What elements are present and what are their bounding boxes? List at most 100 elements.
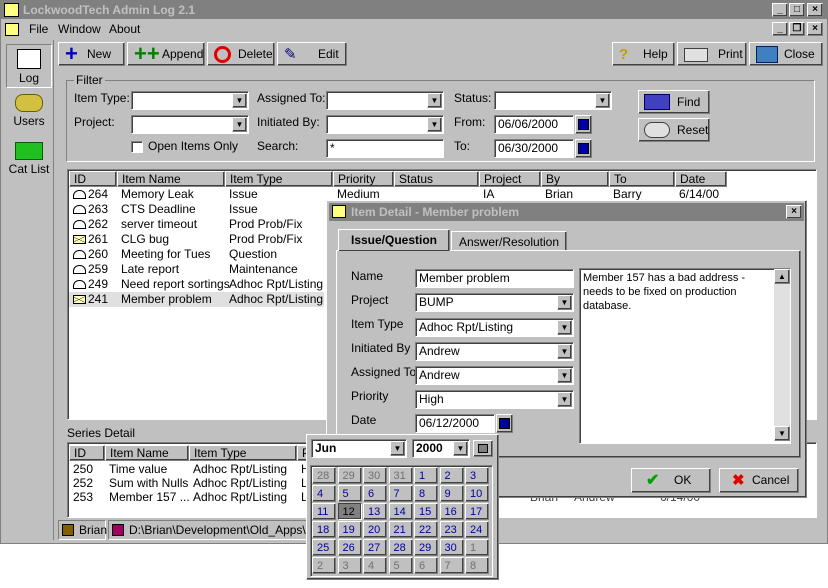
- column-header[interactable]: Date: [675, 171, 727, 187]
- chevron-down-icon[interactable]: ▼: [453, 441, 468, 456]
- table-row[interactable]: 253 Member 157 ... Adhoc Rpt/Listing L: [69, 490, 319, 504]
- append-button[interactable]: ++ Append: [127, 42, 205, 66]
- calendar-day[interactable]: 20: [363, 521, 387, 538]
- calendar-day[interactable]: 5: [388, 557, 413, 574]
- open-items-checkbox[interactable]: [131, 141, 143, 153]
- calendar-day[interactable]: 22: [414, 521, 438, 538]
- chevron-down-icon[interactable]: ▼: [390, 441, 405, 456]
- mdi-restore-button[interactable]: ❐: [789, 22, 805, 36]
- calendar-day[interactable]: 18: [312, 521, 336, 538]
- edit-button[interactable]: ✎ Edit: [277, 42, 347, 66]
- table-row[interactable]: 260 Meeting for Tues Question: [69, 247, 324, 262]
- table-row[interactable]: 261 CLG bug Prod Prob/Fix: [69, 232, 324, 247]
- sidebar-log-button[interactable]: Log: [6, 44, 52, 88]
- calendar-day[interactable]: 13: [363, 503, 387, 520]
- calendar-day[interactable]: 4: [312, 485, 336, 502]
- chevron-down-icon[interactable]: ▼: [232, 93, 247, 108]
- calendar-day[interactable]: 2: [439, 467, 464, 484]
- column-header[interactable]: Project: [479, 171, 541, 187]
- column-header[interactable]: Priority: [333, 171, 394, 187]
- calendar-day[interactable]: 7: [388, 485, 413, 502]
- table-row[interactable]: 262 server timeout Prod Prob/Fix: [69, 217, 324, 232]
- calendar-day[interactable]: 19: [337, 521, 362, 538]
- close-button[interactable]: Close: [749, 42, 823, 66]
- scroll-up-icon[interactable]: ▲: [774, 269, 790, 284]
- dialog-priority-combo[interactable]: High ▼: [415, 390, 574, 409]
- from-calendar-button[interactable]: [575, 115, 592, 134]
- reset-button[interactable]: Reset: [638, 118, 710, 142]
- calendar-day[interactable]: 8: [414, 485, 438, 502]
- calendar-day[interactable]: 1: [414, 467, 438, 484]
- calendar-day[interactable]: 4: [363, 557, 387, 574]
- calendar-day[interactable]: 14: [388, 503, 413, 520]
- tab-issue-question[interactable]: Issue/Question: [338, 229, 450, 251]
- table-row[interactable]: 241 Member problem Adhoc Rpt/Listing: [69, 292, 324, 307]
- year-combo[interactable]: 2000 ▼: [412, 439, 470, 458]
- maximize-button[interactable]: □: [789, 3, 805, 17]
- open-items-label[interactable]: Open Items Only: [148, 139, 238, 153]
- dialog-project-combo[interactable]: BUMP ▼: [415, 293, 574, 312]
- calendar-day[interactable]: 27: [363, 539, 387, 556]
- chevron-down-icon[interactable]: ▼: [557, 392, 572, 407]
- calendar-day[interactable]: 15: [414, 503, 438, 520]
- chevron-down-icon[interactable]: ▼: [557, 320, 572, 335]
- dialog-date-input[interactable]: 06/12/2000: [415, 414, 495, 433]
- cancel-button[interactable]: ✖ Cancel: [719, 468, 799, 493]
- column-header[interactable]: Item Name: [117, 171, 225, 187]
- dialog-initiated-combo[interactable]: Andrew ▼: [415, 342, 574, 361]
- menu-file[interactable]: File: [29, 20, 48, 39]
- from-date-input[interactable]: 06/06/2000: [494, 115, 574, 134]
- description-textarea[interactable]: Member 157 has a bad address - needs to …: [579, 268, 791, 444]
- menu-about[interactable]: About: [109, 20, 140, 39]
- calendar-day[interactable]: 17: [465, 503, 489, 520]
- calendar-day[interactable]: 23: [439, 521, 464, 538]
- project-combo[interactable]: ▼: [131, 115, 249, 134]
- calendar-day[interactable]: 3: [465, 467, 489, 484]
- calendar-day[interactable]: 2: [312, 557, 336, 574]
- calendar-day[interactable]: 30: [439, 539, 464, 556]
- minimize-button[interactable]: _: [772, 3, 788, 17]
- name-input[interactable]: Member problem: [415, 269, 574, 288]
- mdi-minimize-button[interactable]: _: [772, 22, 788, 36]
- dialog-close-button[interactable]: ×: [786, 205, 802, 219]
- table-row[interactable]: 250Time valueAdhoc Rpt/ListingH: [69, 462, 319, 476]
- chevron-down-icon[interactable]: ▼: [232, 117, 247, 132]
- mdi-close-button[interactable]: ×: [807, 22, 823, 36]
- tab-answer-resolution[interactable]: Answer/Resolution: [451, 231, 567, 251]
- calendar-day[interactable]: 31: [388, 467, 413, 484]
- column-header[interactable]: By: [541, 171, 609, 187]
- scroll-down-icon[interactable]: ▼: [774, 426, 790, 441]
- calendar-day[interactable]: 5: [337, 485, 362, 502]
- chevron-down-icon[interactable]: ▼: [595, 93, 610, 108]
- calendar-day[interactable]: 3: [337, 557, 362, 574]
- calendar-day[interactable]: 26: [337, 539, 362, 556]
- chevron-down-icon[interactable]: ▼: [557, 368, 572, 383]
- calendar-day[interactable]: 8: [465, 557, 489, 574]
- table-row[interactable]: 259 Late report Maintenance: [69, 262, 324, 277]
- calendar-day[interactable]: 11: [312, 503, 336, 520]
- calendar-day[interactable]: 16: [439, 503, 464, 520]
- to-date-input[interactable]: 06/30/2000: [494, 139, 574, 158]
- print-button[interactable]: Print: [677, 42, 747, 66]
- calendar-day[interactable]: 29: [414, 539, 438, 556]
- calendar-day[interactable]: 28: [312, 467, 336, 484]
- help-button[interactable]: ? Help: [612, 42, 675, 66]
- column-header[interactable]: To: [609, 171, 675, 187]
- menu-window[interactable]: Window: [58, 20, 101, 39]
- column-header[interactable]: Item Type: [189, 445, 297, 461]
- to-calendar-button[interactable]: [575, 139, 592, 158]
- window-close-button[interactable]: ×: [807, 3, 823, 17]
- table-row[interactable]: 263 CTS Deadline Issue: [69, 202, 324, 217]
- ok-button[interactable]: ✔ OK: [631, 468, 711, 493]
- calendar-day[interactable]: 12: [337, 503, 362, 520]
- dialog-calendar-button[interactable]: [496, 414, 513, 433]
- column-header[interactable]: Item Type: [225, 171, 333, 187]
- calendar-day[interactable]: 6: [414, 557, 438, 574]
- calendar-day[interactable]: 1: [465, 539, 489, 556]
- month-combo[interactable]: Jun ▼: [311, 439, 407, 458]
- search-input[interactable]: *: [326, 139, 444, 158]
- calendar-day[interactable]: 9: [439, 485, 464, 502]
- calendar-options-button[interactable]: [473, 440, 493, 457]
- status-combo[interactable]: ▼: [494, 91, 612, 110]
- new-button[interactable]: + New: [58, 42, 125, 66]
